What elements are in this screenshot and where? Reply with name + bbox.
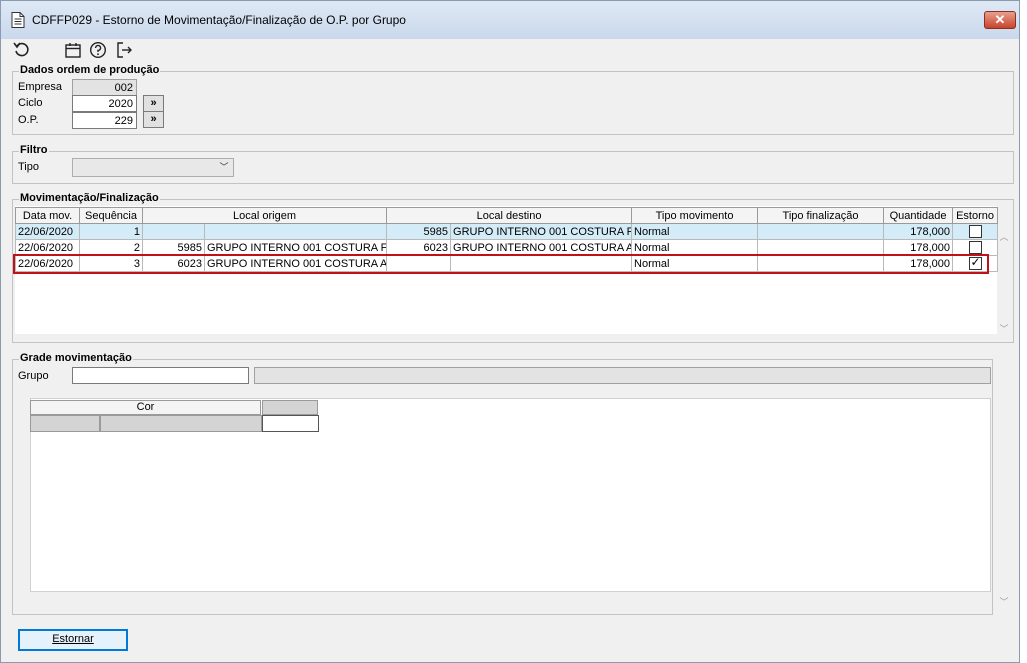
cell-tipo-movimento[interactable]: Normal — [631, 239, 759, 256]
grade-cor-cell[interactable] — [100, 415, 262, 432]
cell-destino-codigo[interactable] — [386, 255, 452, 272]
cell-tipo-finalizacao[interactable] — [757, 239, 885, 256]
grupo-field[interactable] — [72, 367, 249, 384]
cell-data-mov[interactable]: 22/06/2020 — [15, 223, 80, 240]
cell-quantidade[interactable]: 178,000 — [883, 239, 954, 256]
column-header-data-mov[interactable]: Data mov. — [15, 207, 80, 224]
ciclo-field[interactable]: 2020 — [72, 95, 137, 112]
close-button[interactable]: ✕ — [984, 11, 1016, 29]
estorno-checkbox[interactable] — [968, 225, 982, 239]
cell-origem-nome[interactable] — [203, 223, 388, 240]
cell-tipo-finalizacao[interactable] — [757, 255, 885, 272]
cell-tipo-movimento[interactable]: Normal — [631, 223, 759, 240]
grupo-label: Grupo — [18, 370, 49, 382]
grade-movimentacao-legend: Grade movimentação — [19, 352, 133, 364]
exit-icon[interactable] — [114, 40, 134, 60]
grupo-description-field — [254, 367, 991, 384]
double-chevron-right-icon: » — [150, 113, 157, 125]
movimentacao-table: Data mov. Sequência Local origem Local d… — [15, 207, 999, 272]
document-icon — [11, 12, 25, 28]
estornar-button[interactable]: Estornar — [18, 629, 128, 651]
grade-value-cell[interactable] — [262, 415, 319, 432]
table-row[interactable]: 22/06/2020 2 5985 GRUPO INTERNO 001 COST… — [15, 239, 999, 256]
scroll-down-icon[interactable]: ﹀ — [999, 595, 1009, 607]
estornar-button-label: Estornar — [52, 633, 94, 645]
tipo-label: Tipo — [18, 161, 39, 173]
cell-quantidade[interactable]: 178,000 — [883, 255, 954, 272]
table-row[interactable]: 22/06/2020 3 6023 GRUPO INTERNO 001 COST… — [15, 255, 999, 272]
dados-ordem-legend: Dados ordem de produção — [19, 64, 161, 76]
op-lookup-button[interactable]: » — [143, 111, 164, 128]
tipo-select[interactable]: ﹀ — [72, 158, 234, 177]
cell-destino-codigo[interactable]: 5985 — [386, 223, 452, 240]
main-window: CDFFP029 - Estorno de Movimentação/Final… — [0, 0, 1020, 663]
scroll-down-icon[interactable]: ﹀ — [999, 322, 1009, 334]
cell-tipo-movimento[interactable]: Normal — [631, 255, 759, 272]
ciclo-label: Ciclo — [18, 97, 43, 109]
op-label: O.P. — [18, 114, 39, 126]
estorno-checkbox[interactable] — [968, 241, 982, 255]
estorno-checkbox-checked[interactable] — [968, 257, 982, 271]
column-header-local-destino[interactable]: Local destino — [386, 207, 633, 224]
refresh-icon[interactable] — [12, 40, 32, 60]
cell-destino-nome[interactable]: GRUPO INTERNO 001 COSTURA ACA — [450, 239, 633, 256]
scroll-up-icon[interactable]: ︿ — [999, 230, 1009, 242]
column-header-sequencia[interactable]: Sequência — [79, 207, 143, 224]
cell-origem-nome[interactable]: GRUPO INTERNO 001 COSTURA ACA — [203, 255, 388, 272]
cell-destino-nome[interactable]: GRUPO INTERNO 001 COSTURA FAB — [450, 223, 633, 240]
table-header-row: Data mov. Sequência Local origem Local d… — [15, 207, 999, 224]
column-header-tipo-movimento[interactable]: Tipo movimento — [631, 207, 759, 224]
cell-estorno[interactable] — [952, 255, 999, 272]
empresa-field: 002 — [72, 79, 137, 96]
column-header-quantidade[interactable]: Quantidade — [883, 207, 954, 224]
chevron-down-icon: ﹀ — [219, 162, 229, 172]
cell-sequencia[interactable]: 1 — [79, 223, 143, 240]
cell-quantidade[interactable]: 178,000 — [883, 223, 954, 240]
cell-origem-codigo[interactable] — [142, 223, 205, 240]
ciclo-lookup-button[interactable]: » — [143, 95, 164, 112]
cell-destino-codigo[interactable]: 6023 — [386, 239, 452, 256]
cell-estorno[interactable] — [952, 223, 999, 240]
title-bar: CDFFP029 - Estorno de Movimentação/Final… — [1, 1, 1019, 39]
cell-sequencia[interactable]: 3 — [79, 255, 143, 272]
filtro-legend: Filtro — [19, 144, 49, 156]
grade-header-blank — [262, 400, 318, 415]
calendar-icon[interactable] — [63, 40, 83, 60]
table-row[interactable]: 22/06/2020 1 5985 GRUPO INTERNO 001 COST… — [15, 223, 999, 240]
movimentacao-legend: Movimentação/Finalização — [19, 192, 160, 204]
column-header-tipo-finalizacao[interactable]: Tipo finalização — [757, 207, 885, 224]
grade-row-header — [30, 415, 100, 432]
cell-sequencia[interactable]: 2 — [79, 239, 143, 256]
cell-origem-nome[interactable]: GRUPO INTERNO 001 COSTURA FAB — [203, 239, 388, 256]
column-header-estorno[interactable]: Estorno — [952, 207, 999, 224]
cell-origem-codigo[interactable]: 5985 — [142, 239, 205, 256]
double-chevron-right-icon: » — [150, 97, 157, 109]
help-icon[interactable] — [88, 40, 108, 60]
op-field[interactable]: 229 — [72, 112, 137, 129]
cell-destino-nome[interactable] — [450, 255, 633, 272]
cell-tipo-finalizacao[interactable] — [757, 223, 885, 240]
window-title: CDFFP029 - Estorno de Movimentação/Final… — [32, 13, 406, 27]
column-header-local-origem[interactable]: Local origem — [141, 207, 388, 224]
empresa-label: Empresa — [18, 81, 63, 93]
cell-origem-codigo[interactable]: 6023 — [142, 255, 205, 272]
cell-data-mov[interactable]: 22/06/2020 — [15, 255, 80, 272]
close-icon: ✕ — [994, 12, 1006, 27]
cell-data-mov[interactable]: 22/06/2020 — [15, 239, 80, 256]
column-header-cor[interactable]: Cor — [30, 400, 261, 415]
cell-estorno[interactable] — [952, 239, 999, 256]
